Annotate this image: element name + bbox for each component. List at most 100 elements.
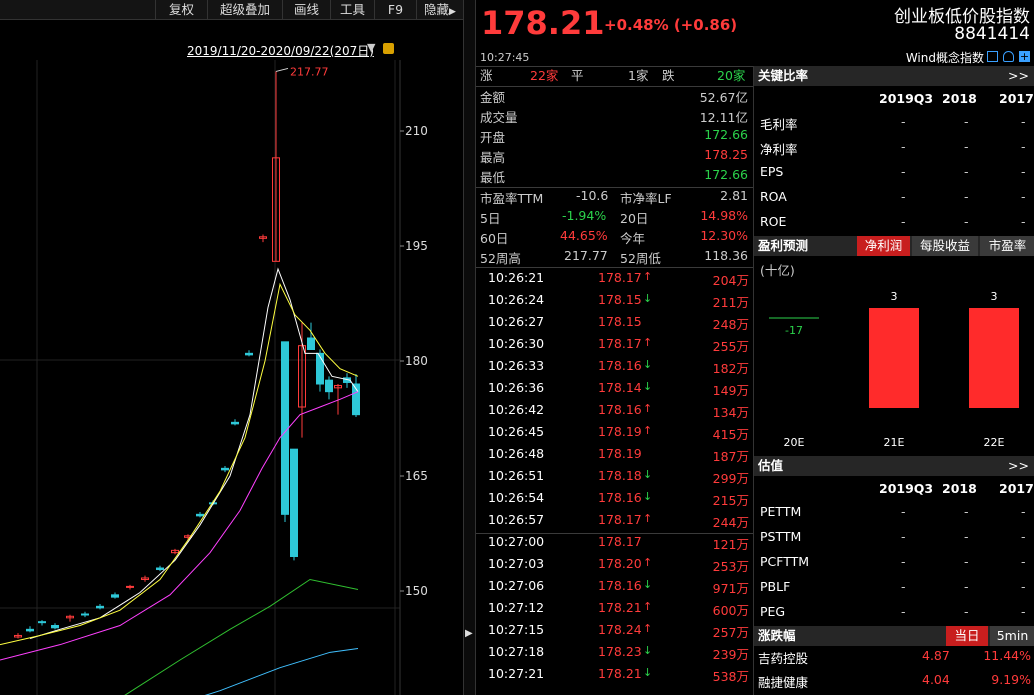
tick-row[interactable]: 10:26:45178.19↑415万 — [476, 424, 753, 444]
arrow-down-icon: ↓ — [643, 468, 652, 481]
tick-volume: 415万 — [713, 424, 749, 443]
add-icon[interactable]: + — [1019, 51, 1030, 62]
toolbar-fuquan-button[interactable]: 复权 — [155, 0, 207, 20]
candle-down — [222, 468, 229, 470]
ratio-value: - — [964, 139, 969, 154]
tick-price: 178.17 — [598, 270, 642, 285]
tab-net-profit[interactable]: 净利润 — [857, 236, 910, 256]
key-ratios-header[interactable]: 关键比率>> — [754, 66, 1034, 86]
tick-row[interactable]: 10:26:33178.16↓182万 — [476, 358, 753, 378]
tick-row[interactable]: 10:26:51178.18↓299万 — [476, 468, 753, 488]
tick-time: 10:26:21 — [488, 270, 544, 285]
tick-list[interactable]: 10:26:21178.17↑204万10:26:24178.15↓211万10… — [476, 270, 753, 695]
ratio-value: - — [1021, 529, 1026, 544]
forecast-header: 盈利预测 净利润 每股收益 市盈率 — [754, 236, 1034, 256]
ratio-value: - — [901, 214, 906, 229]
tab-today[interactable]: 当日 — [946, 626, 988, 646]
open-value: 172.66 — [704, 127, 748, 142]
toolbar-f9-button[interactable]: F9 — [374, 0, 416, 20]
tick-row[interactable]: 10:26:36178.14↓149万 — [476, 380, 753, 400]
mover-name[interactable]: 融捷健康 — [758, 672, 808, 691]
ma10-line — [0, 284, 358, 644]
high-label: 最高 — [480, 147, 505, 166]
valuation-more[interactable]: >> — [1008, 456, 1029, 476]
toolbar-hide-button[interactable]: 隐藏▶ — [416, 0, 463, 20]
tick-row[interactable]: 10:26:24178.15↓211万 — [476, 292, 753, 312]
index-category: Wind概念指数 — [906, 49, 984, 66]
arrow-up-icon: ↑ — [643, 270, 652, 283]
tick-row[interactable]: 10:26:57178.17↑244万 — [476, 512, 753, 532]
ratio-value: - — [1021, 139, 1026, 154]
mover-name[interactable]: 吉药控股 — [758, 648, 808, 667]
forecast-bar — [869, 308, 919, 408]
tick-row[interactable]: 10:26:42178.16↑134万 — [476, 402, 753, 422]
tick-price: 178.17 — [598, 512, 642, 527]
alert-icon[interactable] — [1003, 51, 1014, 62]
arrow-down-icon: ↓ — [643, 644, 652, 657]
ratio-value: - — [964, 604, 969, 619]
tick-row[interactable]: 10:26:21 178.17↑ 204万 — [476, 270, 753, 290]
forecast-category-label: 21E — [884, 436, 905, 449]
tab-eps[interactable]: 每股收益 — [912, 236, 978, 256]
date-range-label[interactable]: 2019/11/20-2020/09/22(207日) — [187, 42, 374, 59]
col-header: 2019Q3 — [879, 481, 933, 496]
tick-price: 178.14 — [598, 380, 642, 395]
lock-icon[interactable] — [383, 43, 394, 54]
ratio-value: - — [964, 189, 969, 204]
amount-value: 52.67亿 — [700, 87, 748, 106]
toolbar-tools-button[interactable]: 工具 — [330, 0, 374, 20]
tick-time: 10:26:27 — [488, 314, 544, 329]
tick-price: 178.19 — [598, 446, 642, 461]
tick-row[interactable]: 10:27:00178.17121万 — [476, 534, 753, 554]
pe-value: -10.6 — [576, 188, 608, 203]
range-dropdown-icon[interactable]: ▼ — [367, 41, 375, 54]
toolbar-hide-label: 隐藏 — [424, 2, 449, 17]
forecast-chart: -1720E321E322E — [754, 276, 1034, 456]
tick-volume: 204万 — [713, 270, 749, 289]
w52h-label: 52周高 — [480, 248, 521, 267]
tab-pe[interactable]: 市盈率 — [980, 236, 1034, 256]
valuation-header[interactable]: 估值>> — [754, 456, 1034, 476]
ratio-value: - — [1021, 214, 1026, 229]
open-label: 开盘 — [480, 127, 505, 146]
high-pointer — [276, 68, 288, 71]
toolbar-draw-button[interactable]: 画线 — [282, 0, 330, 20]
d20-label: 20日 — [620, 208, 648, 227]
ratio-value: - — [964, 164, 969, 179]
tick-row[interactable]: 10:27:18178.23↓239万 — [476, 644, 753, 664]
d60-label: 60日 — [480, 228, 508, 247]
tick-row[interactable]: 10:27:15178.24↑257万 — [476, 622, 753, 642]
tab-5min[interactable]: 5min — [990, 626, 1034, 646]
col-header: 2018 — [942, 91, 977, 106]
ma120-line — [100, 649, 358, 695]
high-value: 178.25 — [704, 147, 748, 162]
tick-time: 10:26:54 — [488, 490, 544, 505]
candle-down — [39, 622, 46, 623]
tick-row[interactable]: 10:26:27178.15248万 — [476, 314, 753, 334]
tick-row[interactable]: 10:26:54178.16↓215万 — [476, 490, 753, 510]
expand-arrow-icon[interactable]: ▶ — [465, 628, 473, 639]
key-ratios-more[interactable]: >> — [1008, 66, 1029, 86]
tick-row[interactable]: 10:26:30178.17↑255万 — [476, 336, 753, 356]
tick-time: 10:27:00 — [488, 534, 544, 549]
tick-volume: 134万 — [713, 402, 749, 421]
kline-chart-pane[interactable]: 复权 超级叠加 画线 工具 F9 隐藏▶ 2019/11/20-2020/09/… — [0, 0, 463, 695]
ratio-value: - — [901, 504, 906, 519]
forecast-value-label: 3 — [991, 290, 998, 303]
panel-splitter[interactable]: ▶ — [463, 0, 476, 695]
arrow-up-icon: ↑ — [643, 424, 652, 437]
tick-row[interactable]: 10:26:48178.19187万 — [476, 446, 753, 466]
tick-row[interactable]: 10:27:12178.21↑600万 — [476, 600, 753, 620]
forecast-title: 盈利预测 — [758, 238, 808, 253]
edit-icon[interactable] — [987, 51, 998, 62]
tick-price: 178.18 — [598, 468, 642, 483]
tick-row[interactable]: 10:27:06178.16↓971万 — [476, 578, 753, 598]
tick-row[interactable]: 10:27:21178.21↓538万 — [476, 666, 753, 686]
arrow-up-icon: ↑ — [643, 600, 652, 613]
tick-time: 10:26:57 — [488, 512, 544, 527]
tick-row[interactable]: 10:27:03178.20↑253万 — [476, 556, 753, 576]
w52l-value: 118.36 — [704, 248, 748, 263]
candle-down — [308, 338, 315, 350]
toolbar-overlay-button[interactable]: 超级叠加 — [207, 0, 282, 20]
tick-volume: 971万 — [713, 578, 749, 597]
